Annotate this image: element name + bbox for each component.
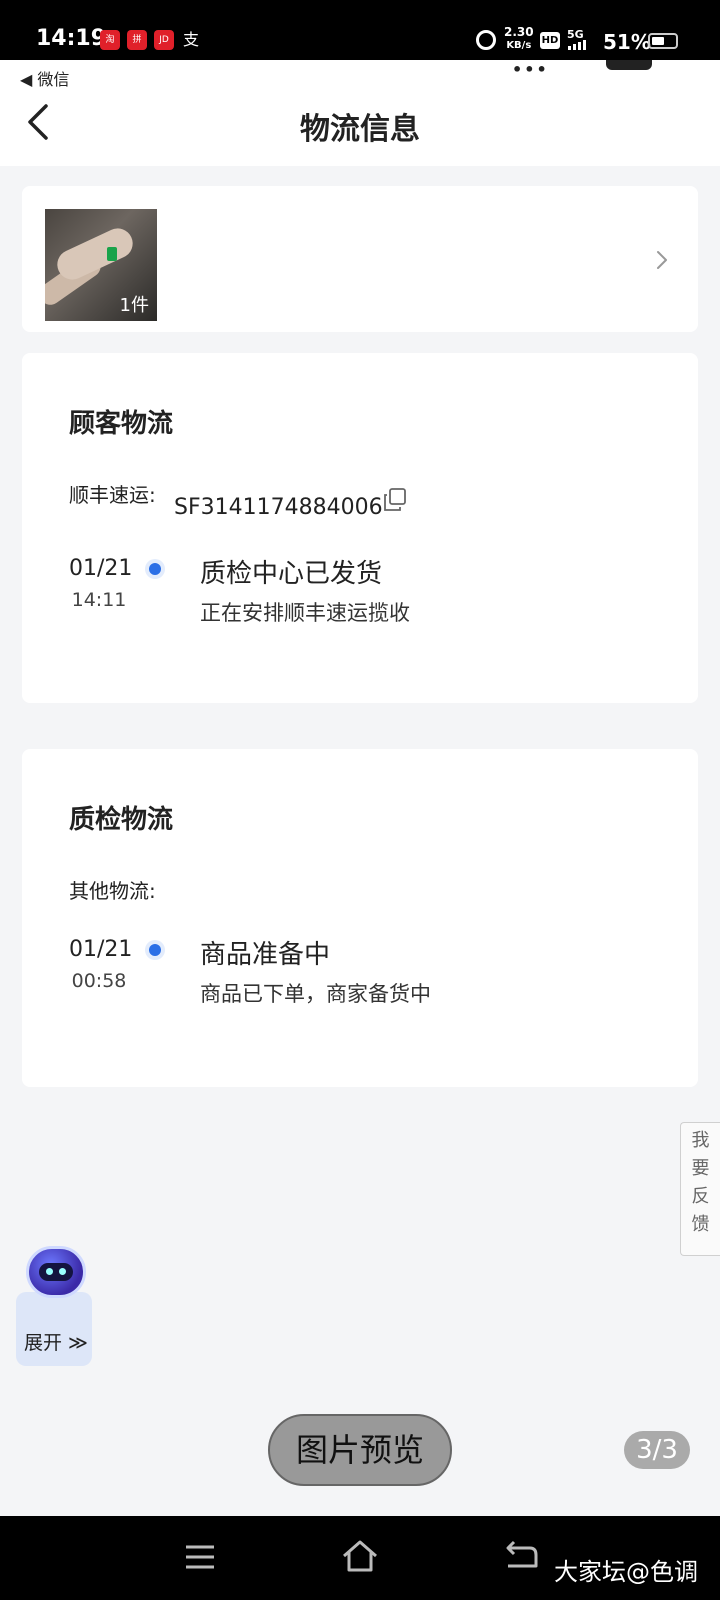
alarm-icon (476, 30, 496, 50)
event-description: 商品已下单，商家备货中 (200, 982, 431, 1006)
alipay-icon: 支 (182, 30, 199, 49)
section-title: 质检物流 (69, 805, 174, 835)
carrier-label: 顺丰速运: (69, 483, 156, 507)
battery-icon (648, 33, 678, 49)
page-title: 物流信息 (300, 112, 420, 147)
feedback-char: 要 (691, 1158, 710, 1179)
timeline-dot-icon (149, 944, 161, 956)
signal-icon (568, 40, 586, 50)
network-speed: 2.30 KB/s (504, 26, 534, 52)
event-time: 00:58 (71, 970, 127, 992)
event-time: 14:11 (71, 589, 127, 611)
event-title: 商品准备中 (200, 940, 331, 970)
pinduoduo-icon: 拼 (127, 30, 147, 50)
page-indicator: 3/3 (624, 1431, 690, 1469)
timeline-dot-icon (149, 563, 161, 575)
taobao-icon: 淘 (100, 30, 120, 50)
app-header: ◀ 微信 ••• 物流信息 (0, 60, 720, 166)
mini-program-close-icon[interactable] (606, 60, 652, 70)
product-quantity: 1件 (119, 295, 149, 316)
robot-assistant-icon[interactable] (26, 1246, 86, 1298)
expand-button[interactable]: 展开 ≫ (24, 1328, 88, 1355)
tracking-number: SF3141174884006 (174, 495, 383, 520)
product-thumbnail[interactable]: 1件 (45, 209, 157, 321)
network-speed-value: 2.30 (504, 25, 534, 39)
watermark: 大家坛@色调 (554, 1558, 698, 1586)
event-date: 01/21 (69, 937, 133, 962)
event-title: 质检中心已发货 (200, 559, 383, 589)
feedback-char: 我 (691, 1130, 710, 1151)
feedback-char: 反 (691, 1186, 710, 1207)
mini-program-menu-icon[interactable]: ••• (512, 60, 549, 79)
customer-logistics-card: 顾客物流 顺丰速运: SF3141174884006 01/21 14:11 质… (22, 353, 698, 703)
copy-icon[interactable] (382, 487, 408, 513)
hd-icon: HD (540, 32, 560, 49)
nav-back-icon[interactable] (504, 1538, 538, 1570)
product-card[interactable]: 1件 (22, 186, 698, 332)
battery-percent: 51% (603, 30, 651, 54)
section-title: 顾客物流 (69, 409, 174, 439)
jd-icon: JD (154, 30, 174, 50)
jade-pendant-icon (107, 247, 117, 261)
carrier-label: 其他物流: (69, 879, 156, 903)
home-icon[interactable] (340, 1538, 380, 1574)
assistant-widget[interactable]: 展开 ≫ (16, 1246, 92, 1366)
status-bar: 14:19 淘 拼 JD 支 2.30 KB/s HD 5G 51% (0, 0, 720, 60)
chevron-right-icon[interactable] (652, 246, 672, 274)
network-speed-unit: KB/s (506, 40, 532, 51)
system-nav-bar: 大家坛@色调 (0, 1516, 720, 1600)
status-time: 14:19 (36, 26, 107, 51)
image-preview-button[interactable]: 图片预览 (268, 1414, 452, 1486)
qc-logistics-card: 质检物流 其他物流: 01/21 00:58 商品准备中 商品已下单，商家备货中 (22, 749, 698, 1087)
event-date: 01/21 (69, 556, 133, 581)
menu-icon[interactable] (184, 1544, 216, 1570)
feedback-button[interactable]: 我 要 反 馈 (680, 1122, 720, 1256)
event-description: 正在安排顺丰速运揽收 (200, 601, 410, 625)
back-to-wechat-link[interactable]: ◀ 微信 (20, 66, 69, 90)
feedback-char: 馈 (691, 1214, 710, 1235)
